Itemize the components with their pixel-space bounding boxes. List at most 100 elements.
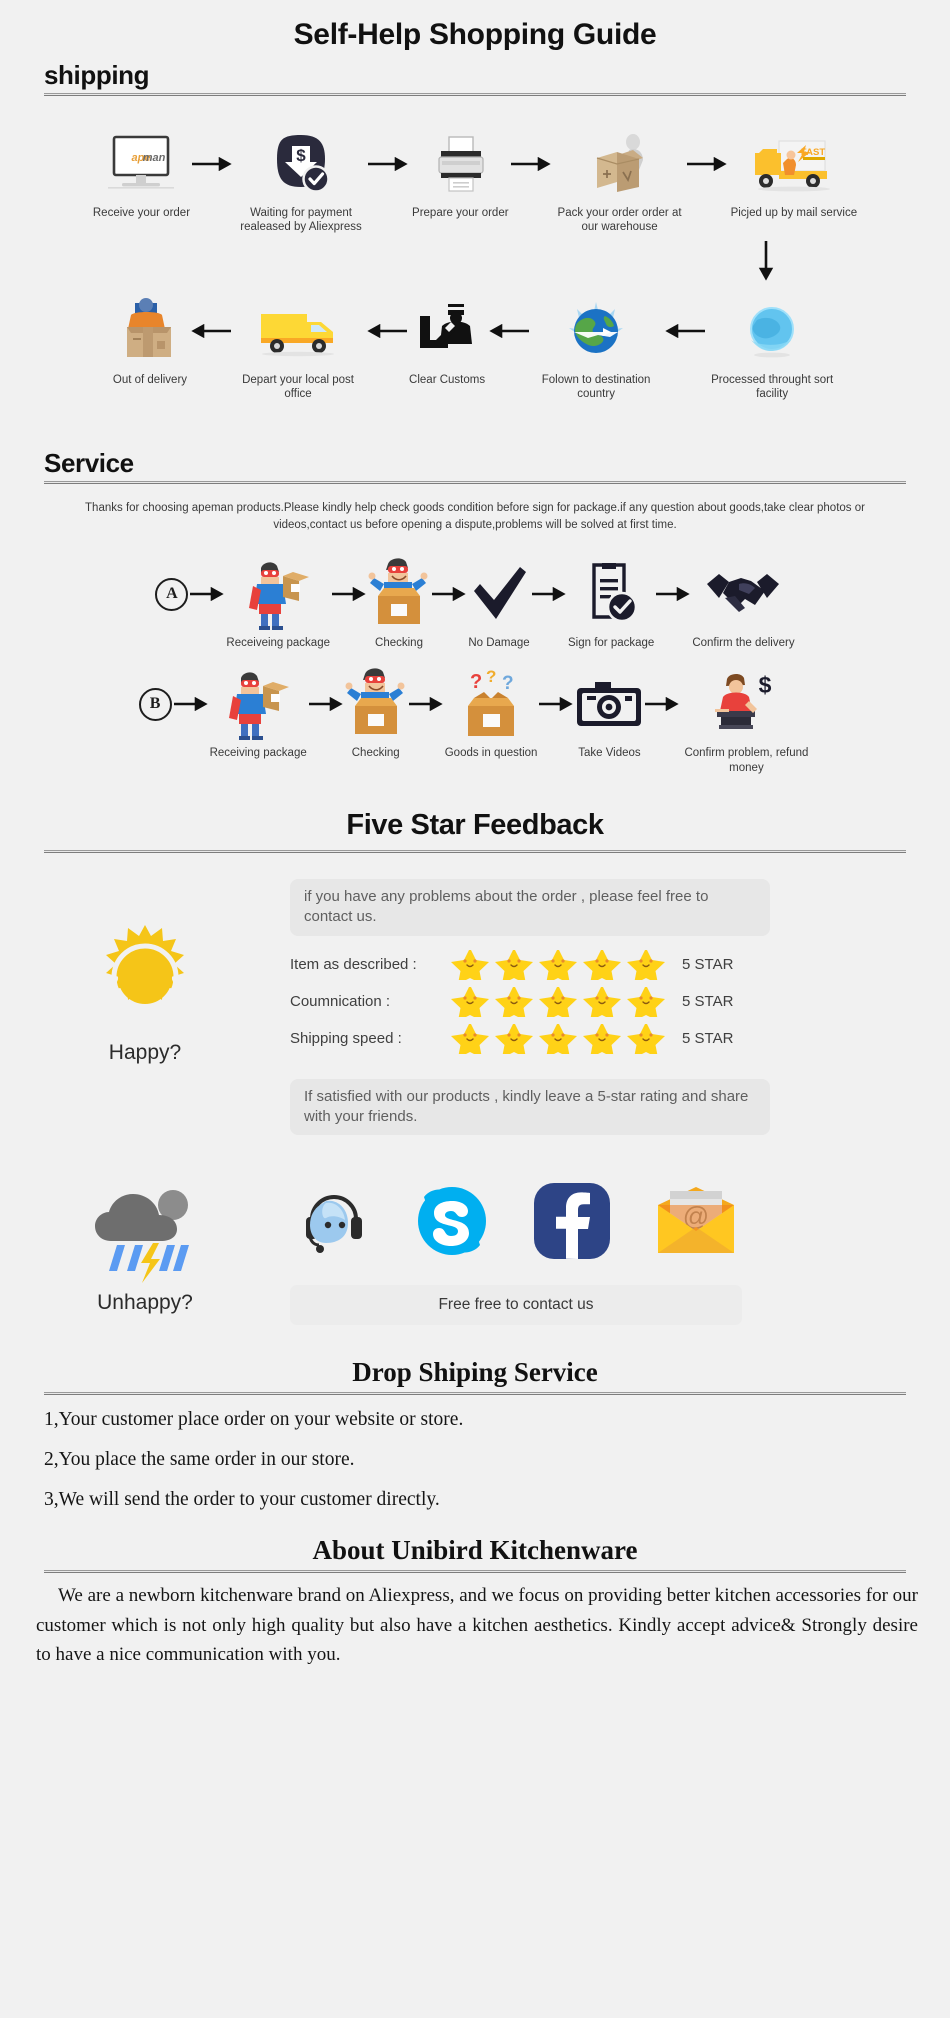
shipping-step-clear-customs: Clear Customs [409, 295, 485, 387]
step-label: Picjed up by mail service [730, 207, 858, 219]
svg-text:$: $ [296, 146, 306, 165]
trade-manager-icon[interactable] [296, 1183, 372, 1259]
shipping-divider [44, 93, 906, 96]
badge-letter: A [155, 577, 189, 611]
arrow-right-icon [685, 128, 731, 200]
rating-row: Coumnication : 5 STAR [290, 986, 920, 1017]
skype-icon[interactable] [410, 1179, 494, 1263]
svg-text:FAST: FAST [801, 147, 825, 158]
arrow-right-icon [407, 668, 445, 740]
step-label: Goods in question [444, 747, 538, 760]
star-rating [448, 949, 670, 980]
about-heading: About Unibird Kitchenware [312, 1535, 638, 1566]
arrow-left-icon [485, 295, 531, 367]
promo-page: Self-Help Shopping Guide shipping ape ma… [0, 0, 950, 2018]
rating-label: Coumnication : [290, 993, 391, 1011]
step-label: Pack your order order at our warehouse [557, 207, 682, 234]
step-label: Folown to destination country [541, 373, 651, 401]
feedback-divider [44, 850, 906, 854]
service-step-sign-package: Sign for package [568, 558, 654, 650]
unhappy-label: Unhappy? [97, 1291, 193, 1315]
step-label: Processed throught sort facility [711, 373, 834, 401]
arrow-right-icon [509, 128, 555, 200]
person-refund-dollar-icon: $ [711, 668, 781, 740]
ratings-block: if you have any problems about the order… [290, 879, 950, 1136]
shipping-step-sort-facility: Processed throught sort facility [707, 295, 837, 402]
checkmark-icon [468, 558, 530, 630]
shipping-step-out-of-delivery: Out of delivery [113, 295, 187, 387]
about-text: We are a newborn kitchenware brand on Al… [36, 1585, 918, 1665]
payment-dollar-check-icon: $ [270, 128, 332, 200]
service-step-checking-b: Checking [345, 668, 407, 760]
service-step-confirm-delivery: Confirm the delivery [692, 558, 795, 650]
printer-icon [429, 128, 491, 200]
monitor-apeman-icon: ape man [104, 128, 178, 200]
rating-row: Item as described : 5 STAR [290, 949, 920, 980]
blue-globe-icon [741, 295, 803, 367]
hero-opening-box-icon [345, 668, 407, 740]
shipping-step-waiting-payment: $ Waiting for payment realeased by Aliex… [236, 128, 366, 235]
yellow-van-icon [255, 295, 341, 367]
feedback-bubble-top: if you have any problems about the order… [290, 879, 770, 936]
service-step-receiving-package-b: Receiving package [210, 668, 307, 760]
sun-icon [91, 923, 199, 1031]
step-label: Receiving package [209, 747, 307, 760]
arrow-left-icon [363, 295, 409, 367]
service-badge-b: B [138, 668, 172, 760]
facebook-icon[interactable] [532, 1181, 612, 1261]
arrow-right-icon [190, 128, 236, 200]
happy-block: Happy? [0, 879, 290, 1065]
step-label: Prepare your order [412, 207, 509, 219]
contact-us-button[interactable]: Free free to contact us [290, 1285, 742, 1326]
shipping-step-prepare-order: Prepare your order [412, 128, 509, 220]
rating-label: Item as described : [290, 956, 417, 974]
shipping-step-depart-post-office: Depart your local post office [233, 295, 363, 402]
dropshipping-line-3: 3,We will send the order to your custome… [44, 1489, 440, 1511]
badge-letter: B [138, 687, 172, 721]
arrow-right-icon [430, 558, 468, 630]
svg-text:$: $ [759, 672, 772, 698]
arrow-right-icon [530, 558, 568, 630]
shipping-flow-row-1: ape man Receive your order $ Waiting for… [0, 128, 950, 235]
shipping-step-pack-order: Pack your order order at our warehouse [555, 128, 685, 235]
shipping-heading: shipping [44, 60, 150, 90]
feedback-heading: Five Star Feedback [346, 809, 604, 842]
rain-cloud-icon [87, 1179, 203, 1284]
rating-row: Shipping speed : 5 STAR [290, 1023, 920, 1054]
svg-text:?: ? [486, 668, 496, 686]
contact-us-label: Free free to contact us [438, 1296, 594, 1314]
service-badge-a: A [155, 558, 189, 650]
step-label: Waiting for payment realeased by Aliexpr… [240, 207, 362, 234]
hero-holding-package-icon [227, 668, 290, 741]
arrow-right-icon [654, 558, 692, 630]
social-block: @ Free free to contact us [290, 1179, 950, 1326]
service-step-receiving-package-a: Receiveing package [226, 558, 330, 650]
clipboard-check-icon [582, 558, 640, 630]
service-flow-row-b: B Receiving package Checking ? ? ? Goods… [0, 668, 950, 775]
camera-icon [575, 668, 643, 740]
arrow-right-icon [307, 668, 345, 740]
shipping-step-flown-destination: Folown to destination country [531, 295, 661, 402]
email-icon[interactable]: @ [650, 1185, 742, 1257]
dropshipping-heading: Drop Shiping Service [352, 1357, 598, 1388]
hero-opening-box-icon [368, 558, 430, 630]
courier-with-box-icon [117, 295, 183, 367]
arrow-right-icon [643, 668, 681, 740]
service-step-no-damage: No Damage [468, 558, 530, 650]
step-label: Sign for package [568, 637, 655, 649]
service-step-confirm-refund: $ Confirm problem, refund money [681, 668, 811, 775]
dropshipping-line-1: 1,Your customer place order on your webs… [44, 1409, 464, 1431]
arrow-right-icon [172, 668, 210, 740]
svg-text:?: ? [502, 673, 514, 694]
step-label: Take Videos [578, 747, 641, 760]
step-label: No Damage [468, 637, 530, 649]
step-label: Checking [351, 747, 400, 760]
shipping-flow-row-2: Out of delivery Depart your local post o… [0, 295, 950, 402]
arrow-down-icon [0, 239, 950, 285]
unhappy-block: Unhappy? [0, 1179, 290, 1315]
service-step-checking-a: Checking [368, 558, 430, 650]
rating-value: 5 STAR [682, 993, 734, 1011]
step-label: Depart your local post office [242, 373, 354, 401]
fast-delivery-truck-icon: FAST [751, 128, 837, 200]
shipping-step-receive-order: ape man Receive your order [93, 128, 190, 220]
